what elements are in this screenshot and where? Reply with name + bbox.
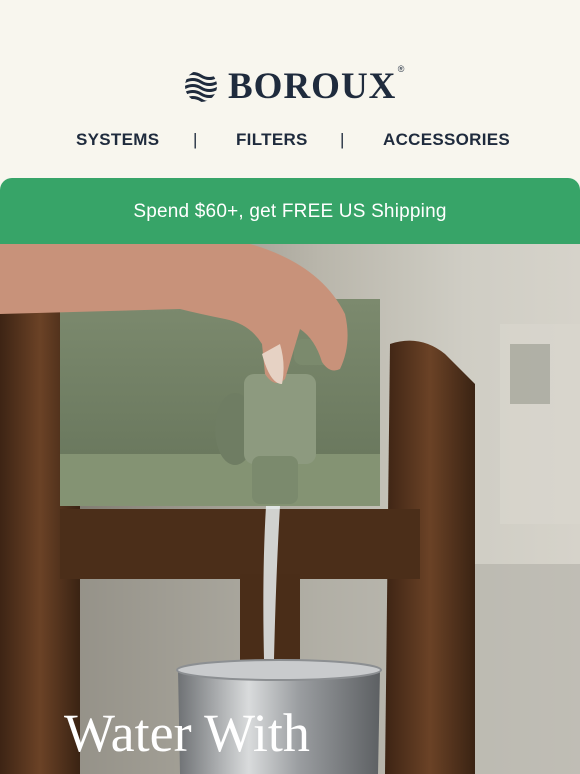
nav-systems[interactable]: SYSTEMS bbox=[76, 130, 159, 150]
brand-logo[interactable]: BOROUX ® bbox=[184, 63, 406, 108]
brand-name: BOROUX ® bbox=[228, 63, 406, 107]
nav-filters[interactable]: FILTERS bbox=[236, 130, 308, 150]
free-shipping-banner[interactable]: Spend $60+, get FREE US Shipping bbox=[0, 178, 580, 246]
email-header: BOROUX ® SYSTEMS | FILTERS | ACCESSORIES bbox=[0, 0, 580, 178]
hero-image[interactable] bbox=[0, 244, 580, 774]
hero-headline: Water With bbox=[64, 703, 310, 763]
water-dispenser-photo bbox=[0, 244, 580, 774]
banner-text: Spend $60+, get FREE US Shipping bbox=[133, 201, 447, 222]
wave-sphere-icon bbox=[185, 72, 217, 102]
nav-separator: | bbox=[340, 130, 345, 149]
nav-separator: | bbox=[193, 130, 198, 149]
nav-accessories[interactable]: ACCESSORIES bbox=[383, 130, 510, 150]
registered-mark: ® bbox=[397, 63, 406, 74]
main-nav: SYSTEMS | FILTERS | ACCESSORIES bbox=[0, 124, 580, 158]
